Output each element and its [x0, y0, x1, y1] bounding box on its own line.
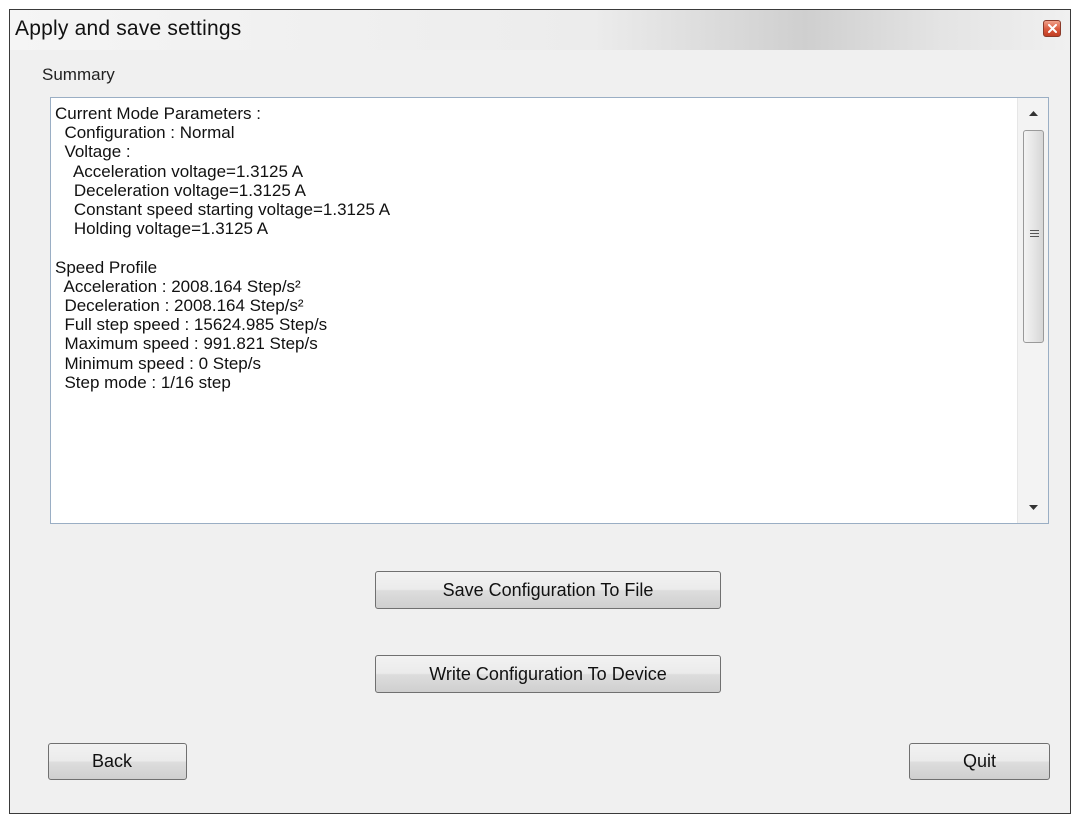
- arrow-down-icon: [1028, 505, 1038, 510]
- vertical-scrollbar[interactable]: [1017, 98, 1048, 523]
- close-icon: [1047, 24, 1057, 33]
- scroll-down-button[interactable]: [1018, 493, 1048, 523]
- scroll-thumb[interactable]: [1023, 130, 1044, 343]
- write-config-to-device-button[interactable]: Write Configuration To Device: [375, 655, 721, 693]
- close-button[interactable]: [1043, 20, 1061, 37]
- summary-text: Current Mode Parameters : Configuration …: [55, 104, 391, 392]
- scroll-up-button[interactable]: [1018, 98, 1048, 128]
- quit-button[interactable]: Quit: [909, 743, 1050, 780]
- dialog-window: Apply and save settings Summary Current …: [9, 9, 1071, 814]
- title-bar[interactable]: Apply and save settings: [10, 10, 1070, 50]
- summary-label: Summary: [42, 65, 115, 84]
- arrow-up-icon: [1028, 111, 1038, 116]
- save-config-to-file-button[interactable]: Save Configuration To File: [375, 571, 721, 609]
- window-title: Apply and save settings: [15, 17, 242, 40]
- summary-textbox[interactable]: Current Mode Parameters : Configuration …: [50, 97, 1049, 524]
- back-button[interactable]: Back: [48, 743, 187, 780]
